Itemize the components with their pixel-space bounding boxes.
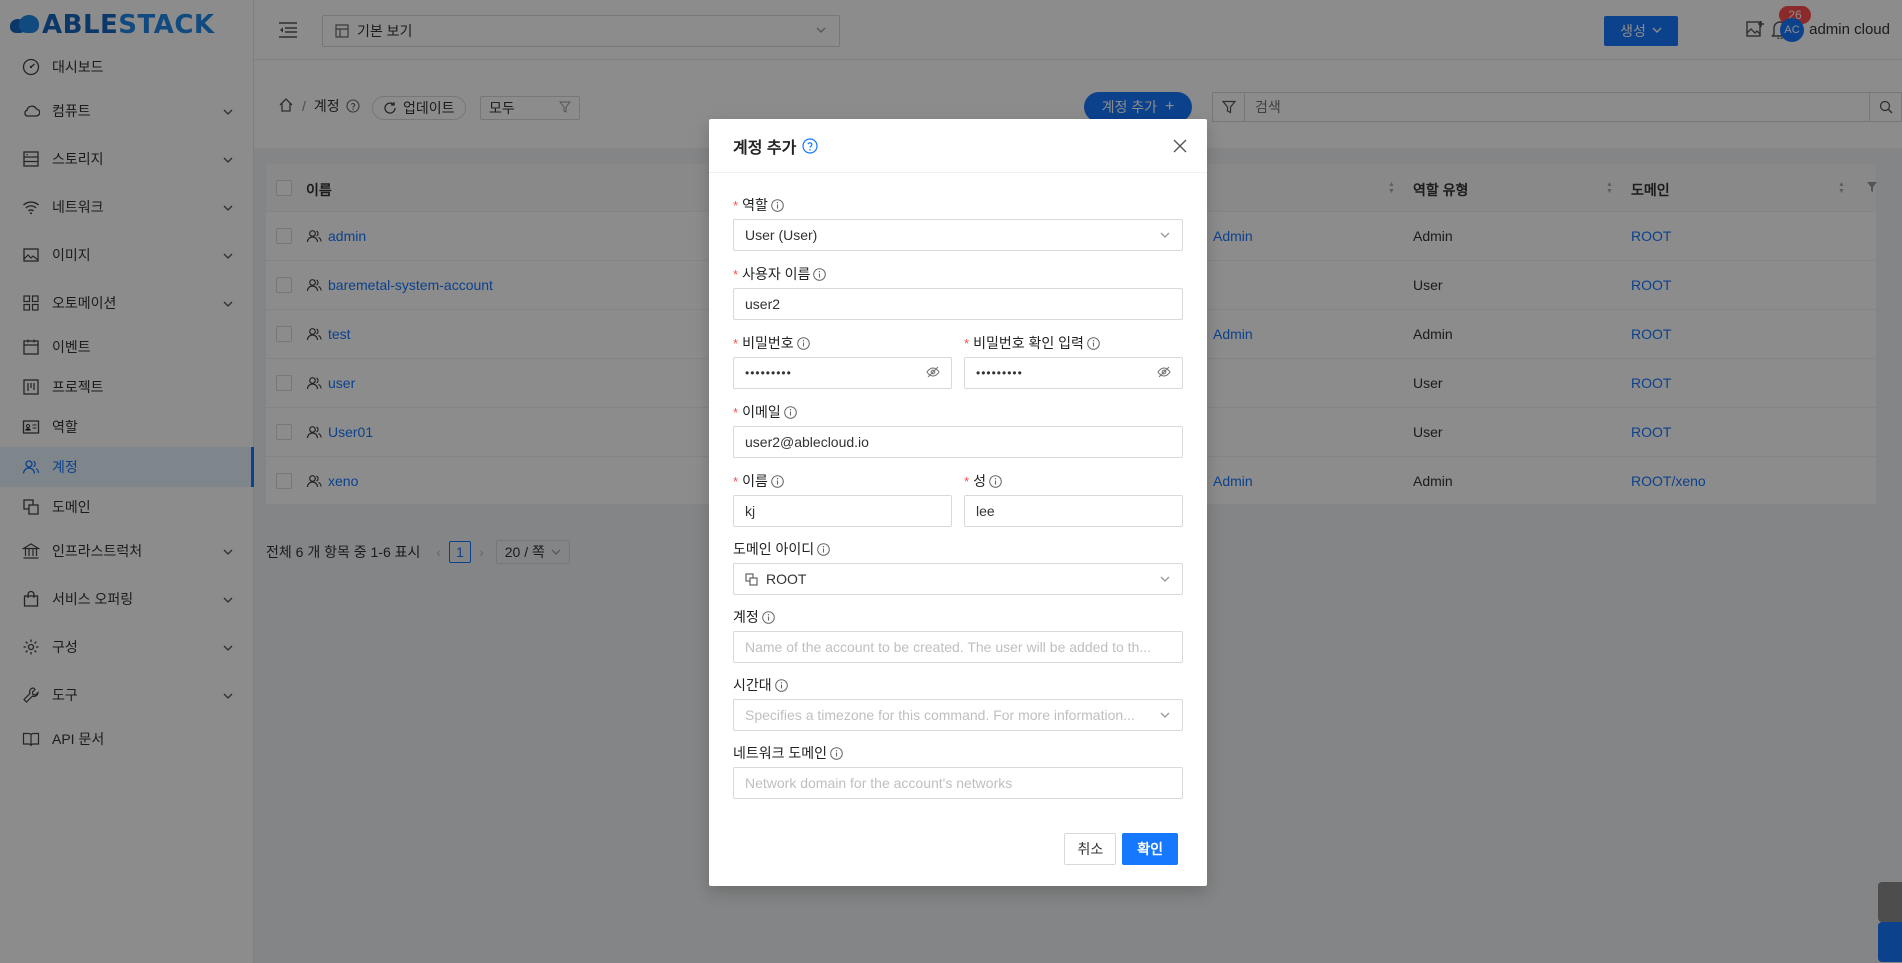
required-mark: * xyxy=(733,335,739,351)
required-mark: * xyxy=(964,335,970,351)
username-label-text: 사용자 이름 xyxy=(742,266,811,282)
last-name-label-text: 성 xyxy=(973,473,986,489)
username-label: * 사용자 이름 xyxy=(733,264,827,284)
required-mark: * xyxy=(733,473,739,489)
required-mark: * xyxy=(733,197,739,213)
role-select-value: User (User) xyxy=(745,227,818,243)
email-label: * 이메일 xyxy=(733,402,797,422)
password-label-text: 비밀번호 xyxy=(742,335,794,351)
domain-id-label: 도메인 아이디 xyxy=(733,539,830,559)
first-name-field-value: kj xyxy=(745,503,756,519)
info-circle-icon[interactable] xyxy=(817,542,830,556)
email-field[interactable]: user2@ablecloud.io xyxy=(733,426,1183,458)
email-field-value: user2@ablecloud.io xyxy=(745,434,869,450)
modal-footer: 취소 확인 xyxy=(1064,833,1178,865)
info-circle-icon[interactable] xyxy=(783,405,797,419)
info-circle-icon[interactable] xyxy=(1087,336,1100,350)
account-field[interactable]: Name of the account to be created. The u… xyxy=(733,631,1183,663)
info-circle-icon[interactable] xyxy=(761,610,775,624)
password-confirm-field[interactable]: ••••••••• xyxy=(964,357,1183,389)
domain-id-select-value: ROOT xyxy=(766,571,807,587)
timezone-label: 시간대 xyxy=(733,675,788,695)
network-domain-field[interactable]: Network domain for the account's network… xyxy=(733,767,1183,799)
info-circle-icon[interactable] xyxy=(989,474,1002,488)
role-label-text: 역할 xyxy=(742,197,768,213)
timezone-select[interactable]: Specifies a timezone for this command. F… xyxy=(733,699,1183,731)
password-field-value: ••••••••• xyxy=(745,366,792,380)
eye-invisible-icon[interactable] xyxy=(926,365,940,382)
account-field-placeholder: Name of the account to be created. The u… xyxy=(745,639,1151,655)
question-circle-icon[interactable] xyxy=(802,137,818,154)
account-label-text: 계정 xyxy=(733,609,759,625)
timezone-label-text: 시간대 xyxy=(733,677,772,693)
eye-invisible-icon[interactable] xyxy=(1157,365,1171,382)
cancel-button[interactable]: 취소 xyxy=(1064,833,1117,865)
role-select[interactable]: User (User) xyxy=(733,219,1183,251)
chevron-down-icon xyxy=(1159,573,1171,585)
info-circle-icon[interactable] xyxy=(771,198,784,212)
first-name-label: * 이름 xyxy=(733,471,784,491)
network-domain-label: 네트워크 도메인 xyxy=(733,743,843,763)
info-circle-icon[interactable] xyxy=(774,678,788,692)
close-icon[interactable] xyxy=(1171,137,1189,155)
info-circle-icon[interactable] xyxy=(796,336,810,350)
password-confirm-label: * 비밀번호 확인 입력 xyxy=(964,333,1100,353)
last-name-field[interactable]: lee xyxy=(964,495,1183,527)
password-field[interactable]: ••••••••• xyxy=(733,357,952,389)
last-name-label: * 성 xyxy=(964,471,1002,491)
chevron-down-icon xyxy=(1159,229,1171,241)
first-name-label-text: 이름 xyxy=(742,473,768,489)
role-label: * 역할 xyxy=(733,195,784,215)
block-icon xyxy=(745,572,758,586)
username-field-value: user2 xyxy=(745,296,781,312)
email-label-text: 이메일 xyxy=(742,404,781,420)
chevron-down-icon xyxy=(1159,709,1171,721)
network-domain-label-text: 네트워크 도메인 xyxy=(733,745,828,761)
domain-id-label-text: 도메인 아이디 xyxy=(733,541,815,557)
required-mark: * xyxy=(733,404,739,420)
info-circle-icon[interactable] xyxy=(813,267,827,281)
account-label: 계정 xyxy=(733,607,775,627)
password-confirm-label-text: 비밀번호 확인 입력 xyxy=(973,335,1084,351)
password-confirm-field-value: ••••••••• xyxy=(976,366,1023,380)
required-mark: * xyxy=(733,266,739,282)
modal-header: 계정 추가 xyxy=(709,119,1207,173)
add-account-modal: 계정 추가 * 역할 User (User) * 사용자 이름 user2 * … xyxy=(709,119,1207,886)
last-name-field-value: lee xyxy=(976,503,995,519)
username-field[interactable]: user2 xyxy=(733,288,1183,320)
modal-title: 계정 추가 xyxy=(733,139,797,157)
info-circle-icon[interactable] xyxy=(771,474,784,488)
domain-id-select[interactable]: ROOT xyxy=(733,563,1183,595)
required-mark: * xyxy=(964,473,970,489)
info-circle-icon[interactable] xyxy=(830,746,843,760)
password-label: * 비밀번호 xyxy=(733,333,810,353)
confirm-button[interactable]: 확인 xyxy=(1122,833,1178,865)
network-domain-field-placeholder: Network domain for the account's network… xyxy=(745,775,1013,791)
timezone-select-placeholder: Specifies a timezone for this command. F… xyxy=(745,707,1135,723)
first-name-field[interactable]: kj xyxy=(733,495,952,527)
